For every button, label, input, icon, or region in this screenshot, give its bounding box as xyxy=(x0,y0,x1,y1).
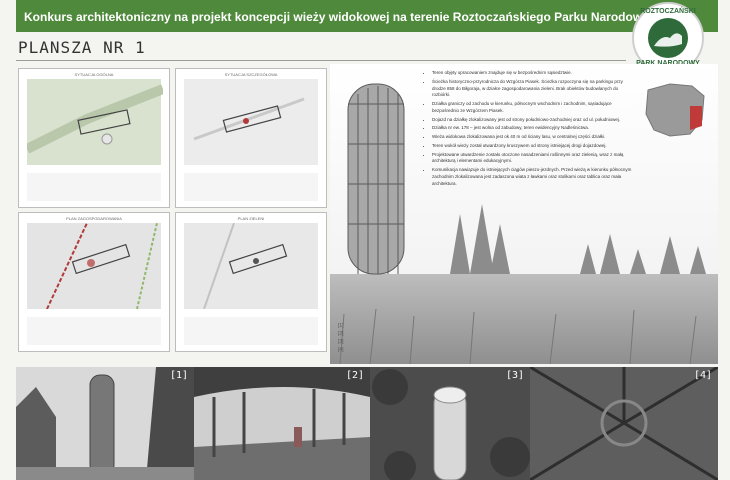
note-item: [1] xyxy=(338,323,344,329)
photo-4: [4] xyxy=(530,367,718,480)
title-underline xyxy=(16,60,626,61)
photo-number: [1] xyxy=(169,370,188,381)
photo-number: [3] xyxy=(505,370,524,381)
plan-legend xyxy=(27,173,161,201)
description-item: Działka graniczy od zachodu w kierunku, … xyxy=(432,101,632,115)
note-item: [4] xyxy=(338,347,344,353)
logo-top-text: ROZTOCZAŃSKI xyxy=(640,8,696,15)
board-title: PLANSZA NR 1 xyxy=(18,38,146,57)
plan-development: PLAN ZAGOSPODAROWANIA xyxy=(18,212,170,352)
logo-emblem xyxy=(648,18,688,58)
plan-map-general xyxy=(24,79,165,165)
header-title: Konkurs architektoniczny na projekt konc… xyxy=(24,10,664,24)
note-item: [3] xyxy=(338,339,344,345)
description-item: Wieża widokowa zlokalizowana jest ok 40 … xyxy=(432,134,632,141)
plan-detail: SYTUACJA SZCZEGÓŁOWA xyxy=(175,68,327,208)
photo-number: [4] xyxy=(693,370,712,381)
description-item: Teren objęty opracowaniem znajduje się w… xyxy=(432,70,632,77)
plan-map-development xyxy=(27,222,161,310)
plan-greenery: PLAN ZIELENI xyxy=(175,212,327,352)
photo-number: [2] xyxy=(345,370,364,381)
description-item: Projektowane utwardzenie zostało otoczon… xyxy=(432,152,632,166)
plan-label: SYTUACJA OGÓLNA xyxy=(74,72,114,77)
plan-legend xyxy=(184,173,318,201)
plan-map-greenery xyxy=(184,222,318,310)
description-item: Komunikacja nawiązuje do istniejących ci… xyxy=(432,167,632,187)
description-item: Działka nr ew. 178 – jest wolna od zabud… xyxy=(432,125,632,132)
note-item: [2] xyxy=(338,331,344,337)
plan-legend xyxy=(27,317,161,345)
description-list: Teren objęty opracowaniem znajduje się w… xyxy=(424,70,632,189)
header-bar: Konkurs architektoniczny na projekt konc… xyxy=(16,0,718,32)
plan-label: SYTUACJA SZCZEGÓŁOWA xyxy=(224,72,278,77)
photo-notes: [1] [2] [3] [4] xyxy=(338,322,458,354)
plan-general: SYTUACJA OGÓLNA xyxy=(18,68,170,208)
plan-label: PLAN ZAGOSPODAROWANIA xyxy=(66,216,122,221)
description-item: Ścieżka historyczno-przyrodnicza do Wzgó… xyxy=(432,79,632,99)
photo-2: [2] xyxy=(194,367,370,480)
photo-1: [1] xyxy=(16,367,194,480)
plan-map-detail xyxy=(184,79,318,165)
poland-location-map xyxy=(640,80,710,140)
plan-legend xyxy=(184,317,318,345)
plan-label: PLAN ZIELENI xyxy=(237,216,265,221)
photo-3: [3] xyxy=(370,367,530,480)
description-item: Dojazd na działkę zlokalizowany jest od … xyxy=(432,117,632,124)
description-item: Teren wokół wieży został utwardzony krus… xyxy=(432,143,632,150)
